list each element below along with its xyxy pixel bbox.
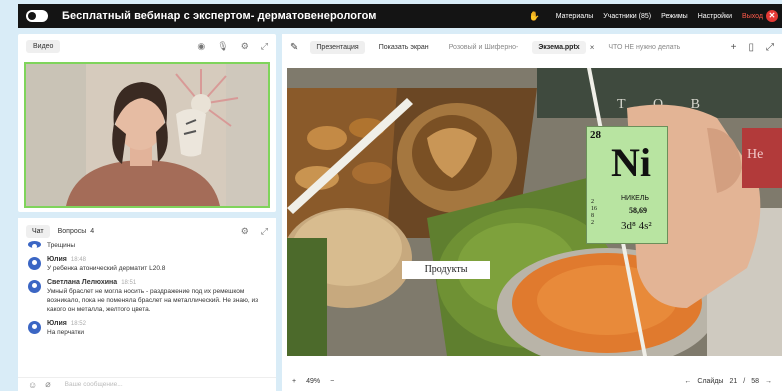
chat-input-bar: ☺ ⌀ Ваше сообщение...	[18, 377, 276, 391]
video-panel: Видео ◉ 🎙 ⚙ ⤢	[18, 34, 276, 212]
presentation-toolbar: ✎ Презентация Показать экран Розовый и Ш…	[282, 34, 782, 60]
questions-count-badge: 4	[90, 227, 95, 235]
chat-message: Юлия 18:48 У ребенка атонический дерматит…	[28, 256, 268, 273]
slide-image: Т О В He	[287, 68, 782, 356]
element-mass: 58,69	[629, 206, 647, 215]
arrow-left-icon[interactable]: ←	[684, 378, 691, 385]
raise-hand-icon[interactable]: ✋	[529, 11, 540, 22]
pen-icon[interactable]: ✎	[290, 42, 298, 53]
chat-panel: Чат Вопросы 4 ⚙ ⤢ Трещины Юлия 18:48 У ре…	[18, 218, 276, 391]
message-author: Юлия 18:52	[47, 320, 86, 327]
message-time: 18:51	[121, 280, 137, 286]
speaker-video-image	[26, 64, 268, 206]
zoom-out-icon[interactable]: −	[330, 378, 334, 385]
element-shells: 2 16 8 2	[591, 199, 597, 226]
arrow-right-icon[interactable]: →	[765, 378, 772, 385]
chat-messages[interactable]: Трещины Юлия 18:48 У ребенка атонический …	[18, 240, 276, 337]
menu-settings[interactable]: Настройки	[698, 13, 732, 20]
tab-questions[interactable]: Вопросы 4	[58, 228, 95, 235]
camera-icon[interactable]: ◉	[197, 41, 205, 52]
attach-icon[interactable]: ⌀	[45, 379, 50, 390]
close-icon: ✕	[766, 10, 778, 22]
avatar	[28, 257, 41, 270]
gear-icon[interactable]: ⚙	[241, 41, 249, 52]
slide-separator: /	[743, 378, 746, 385]
tab-questions-label: Вопросы	[57, 227, 87, 235]
avatar	[28, 321, 41, 334]
chat-controls: ⚙ ⤢	[241, 226, 268, 237]
message-text: Умный браслет не могла носить - раздраже…	[47, 288, 259, 313]
message-author: Юлия 18:48	[47, 256, 165, 263]
bookmark-icon[interactable]: ▯	[748, 42, 754, 53]
file-tab-active[interactable]: Экзема.pptx	[532, 40, 586, 54]
slide-current: 21	[729, 378, 738, 385]
top-bar: Бесплатный вебинар с экспертом- дерматов…	[18, 4, 782, 28]
slide-navigation: ← Слайды 21 / 58 →	[684, 378, 772, 385]
video-label: Видео	[26, 39, 61, 53]
message-text: У ребенка атонический дерматит L20.8	[47, 265, 166, 272]
tab-chat[interactable]: Чат	[26, 224, 50, 238]
message-text: На перчатки	[47, 329, 85, 336]
speaker-video[interactable]	[24, 62, 270, 208]
slides-label: Слайды	[697, 378, 724, 385]
toggle-switch[interactable]	[26, 10, 48, 22]
slide[interactable]: Т О В He 28 Ni НИКЕЛЬ 58,69 2 16 8 2 3d⁸…	[287, 68, 782, 356]
add-icon[interactable]: +	[731, 42, 737, 53]
message-time: 18:48	[70, 257, 86, 263]
menu-modes[interactable]: Режимы	[661, 13, 688, 20]
microphone-icon[interactable]: 🎙	[217, 41, 228, 52]
expand-icon[interactable]: ⤢	[261, 41, 268, 52]
element-config: 3d⁸ 4s²	[621, 220, 652, 232]
zoom-in-icon[interactable]: +	[292, 378, 296, 385]
top-menu: ✋ Материалы Участники (85) Режимы Настро…	[529, 10, 782, 22]
presentation-actions: + ▯ ⤢	[731, 42, 774, 53]
close-icon[interactable]: ×	[590, 43, 595, 52]
chat-message: Светлана Лелюхина 18:51 Умный браслет не …	[28, 279, 268, 314]
zoom-level: 49%	[306, 378, 321, 385]
avatar	[28, 241, 41, 249]
expand-icon[interactable]: ⤢	[261, 226, 268, 237]
file-tab[interactable]: Розовый и Шиферно-	[443, 41, 525, 54]
chat-message-input[interactable]: Ваше сообщение...	[65, 381, 123, 388]
element-name: НИКЕЛЬ	[621, 195, 650, 202]
element-number: 28	[590, 129, 601, 141]
expand-icon[interactable]: ⤢	[766, 42, 774, 53]
gear-icon[interactable]: ⚙	[241, 226, 249, 237]
menu-materials[interactable]: Материалы	[556, 13, 593, 20]
menu-participants[interactable]: Участники (85)	[603, 13, 651, 20]
slide-label: Продукты	[402, 261, 490, 279]
video-controls: ◉ 🎙 ⚙ ⤢	[197, 41, 268, 52]
emoji-icon[interactable]: ☺	[28, 380, 37, 390]
element-card: 28 Ni НИКЕЛЬ 58,69 2 16 8 2 3d⁸ 4s²	[586, 126, 668, 244]
chat-message: Юлия 18:52 На перчатки	[28, 320, 268, 337]
element-symbol: Ni	[611, 140, 651, 185]
message-time: 18:52	[70, 321, 86, 327]
avatar	[28, 280, 41, 293]
author-name: Светлана Лелюхина	[47, 279, 118, 286]
presentation-button[interactable]: Презентация	[310, 40, 365, 54]
slide-area: Т О В He 28 Ni НИКЕЛЬ 58,69 2 16 8 2 3d⁸…	[282, 60, 782, 372]
chat-message: Трещины	[28, 240, 268, 250]
exit-label: Выход	[742, 12, 763, 20]
file-tab[interactable]: ЧТО НЕ нужно делать	[602, 41, 686, 54]
show-screen-button[interactable]: Показать экран	[373, 41, 435, 54]
webinar-title: Бесплатный вебинар с экспертом- дерматов…	[62, 10, 377, 22]
author-name: Юлия	[47, 256, 67, 263]
slide-total: 58	[751, 378, 759, 385]
presentation-bottom-bar: + 49% − ← Слайды 21 / 58 →	[282, 372, 782, 391]
message-author: Светлана Лелюхина 18:51	[47, 279, 268, 286]
exit-button[interactable]: Выход ✕	[742, 10, 778, 22]
author-name: Юлия	[47, 320, 67, 327]
message-text: Трещины	[47, 242, 76, 249]
video-panel-header: Видео ◉ 🎙 ⚙ ⤢	[18, 34, 276, 58]
svg-text:He: He	[747, 147, 763, 162]
